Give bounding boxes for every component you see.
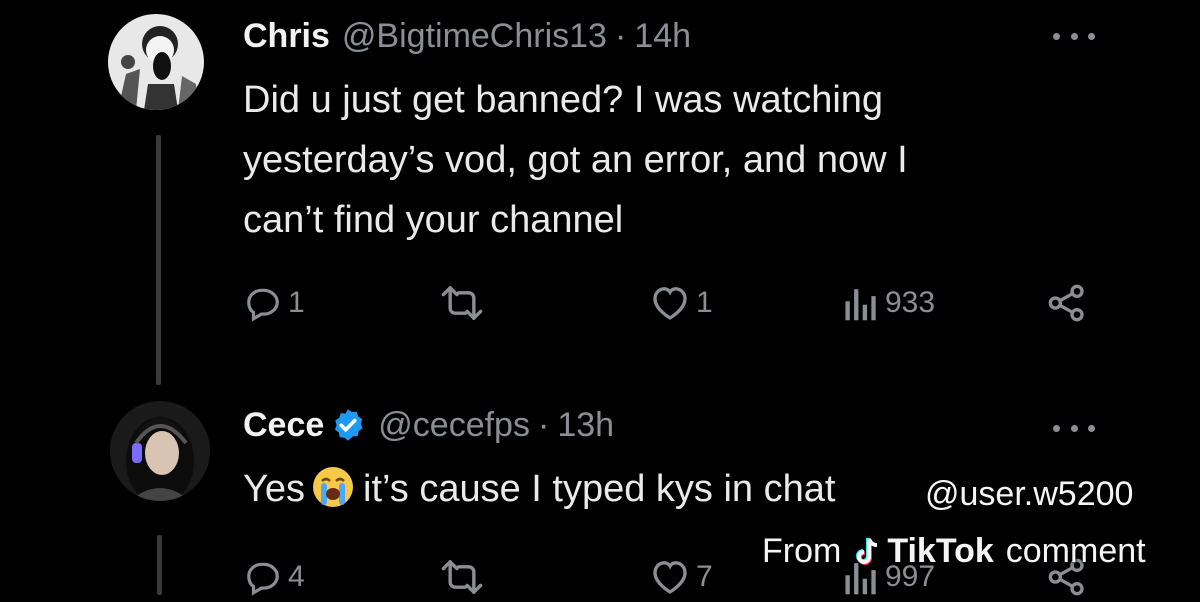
more-icon[interactable]	[1053, 30, 1095, 42]
views-icon	[845, 289, 876, 321]
user-handle[interactable]: @cecefps	[378, 405, 530, 445]
views-button[interactable]: 933	[843, 278, 935, 328]
verified-badge-icon	[335, 409, 363, 441]
reply-button[interactable]: 1	[244, 278, 305, 328]
share-button[interactable]	[1046, 278, 1088, 328]
reply-count: 4	[288, 560, 305, 593]
reply-icon	[247, 288, 279, 322]
watermark-from: From	[762, 532, 842, 570]
views-count: 933	[885, 286, 936, 319]
avatar-chris[interactable]	[108, 14, 204, 110]
tweet-actions: 1 1 933	[240, 278, 1100, 328]
like-button[interactable]: 1	[650, 278, 713, 328]
retweet-button[interactable]	[440, 278, 484, 328]
loudly-crying-face-icon	[313, 467, 353, 507]
display-name[interactable]: Cece	[243, 405, 324, 445]
retweet-icon	[441, 560, 483, 594]
timestamp[interactable]: 13h	[557, 405, 614, 445]
tweet-header: Cece @cecefps · 13h	[243, 405, 614, 445]
tiktok-watermark: From TikTok comment	[762, 532, 1146, 571]
like-count: 7	[696, 560, 713, 593]
more-icon[interactable]	[1053, 422, 1095, 434]
separator: ·	[537, 406, 550, 444]
like-button[interactable]: 7	[650, 552, 713, 602]
reply-count: 1	[288, 286, 305, 319]
watermark-brand: TikTok	[887, 532, 994, 570]
reply-icon	[247, 562, 279, 596]
tweet-chris[interactable]: Chris @BigtimeChris13 · 14h Did u just g…	[0, 0, 1200, 395]
tweet-text-end: it’s cause I typed kys in chat	[363, 468, 836, 510]
tweet-text-start: Yes	[243, 468, 305, 510]
like-count: 1	[696, 286, 713, 319]
watermark-suffix: comment	[1005, 532, 1146, 570]
tweet-text: Did u just get banned? I was watching ye…	[243, 70, 908, 250]
tiktok-logo-icon	[856, 537, 878, 565]
share-icon	[1048, 284, 1084, 322]
avatar-cece[interactable]	[110, 401, 210, 501]
separator: ·	[614, 17, 627, 55]
like-icon	[653, 287, 687, 320]
user-handle[interactable]: @BigtimeChris13	[342, 16, 607, 56]
tweet-text: Yes it’s cause I typed kys in chat	[243, 459, 835, 519]
display-name[interactable]: Chris	[243, 16, 330, 56]
thread-line	[157, 535, 162, 595]
tweet-header: Chris @BigtimeChris13 · 14h	[243, 16, 691, 56]
reply-button[interactable]: 4	[244, 552, 305, 602]
retweet-icon	[441, 286, 483, 320]
like-icon	[653, 561, 687, 594]
tweet-text-line: Did u just get banned? I was watching	[243, 79, 884, 121]
tweet-text-line: yesterday’s vod, got an error, and now I	[243, 139, 908, 181]
thread-line	[156, 135, 161, 385]
timestamp[interactable]: 14h	[634, 16, 691, 56]
tweet-text-line: can’t find your channel	[243, 199, 624, 241]
watermark-username: @user.w5200	[925, 475, 1134, 513]
retweet-button[interactable]	[440, 552, 484, 602]
